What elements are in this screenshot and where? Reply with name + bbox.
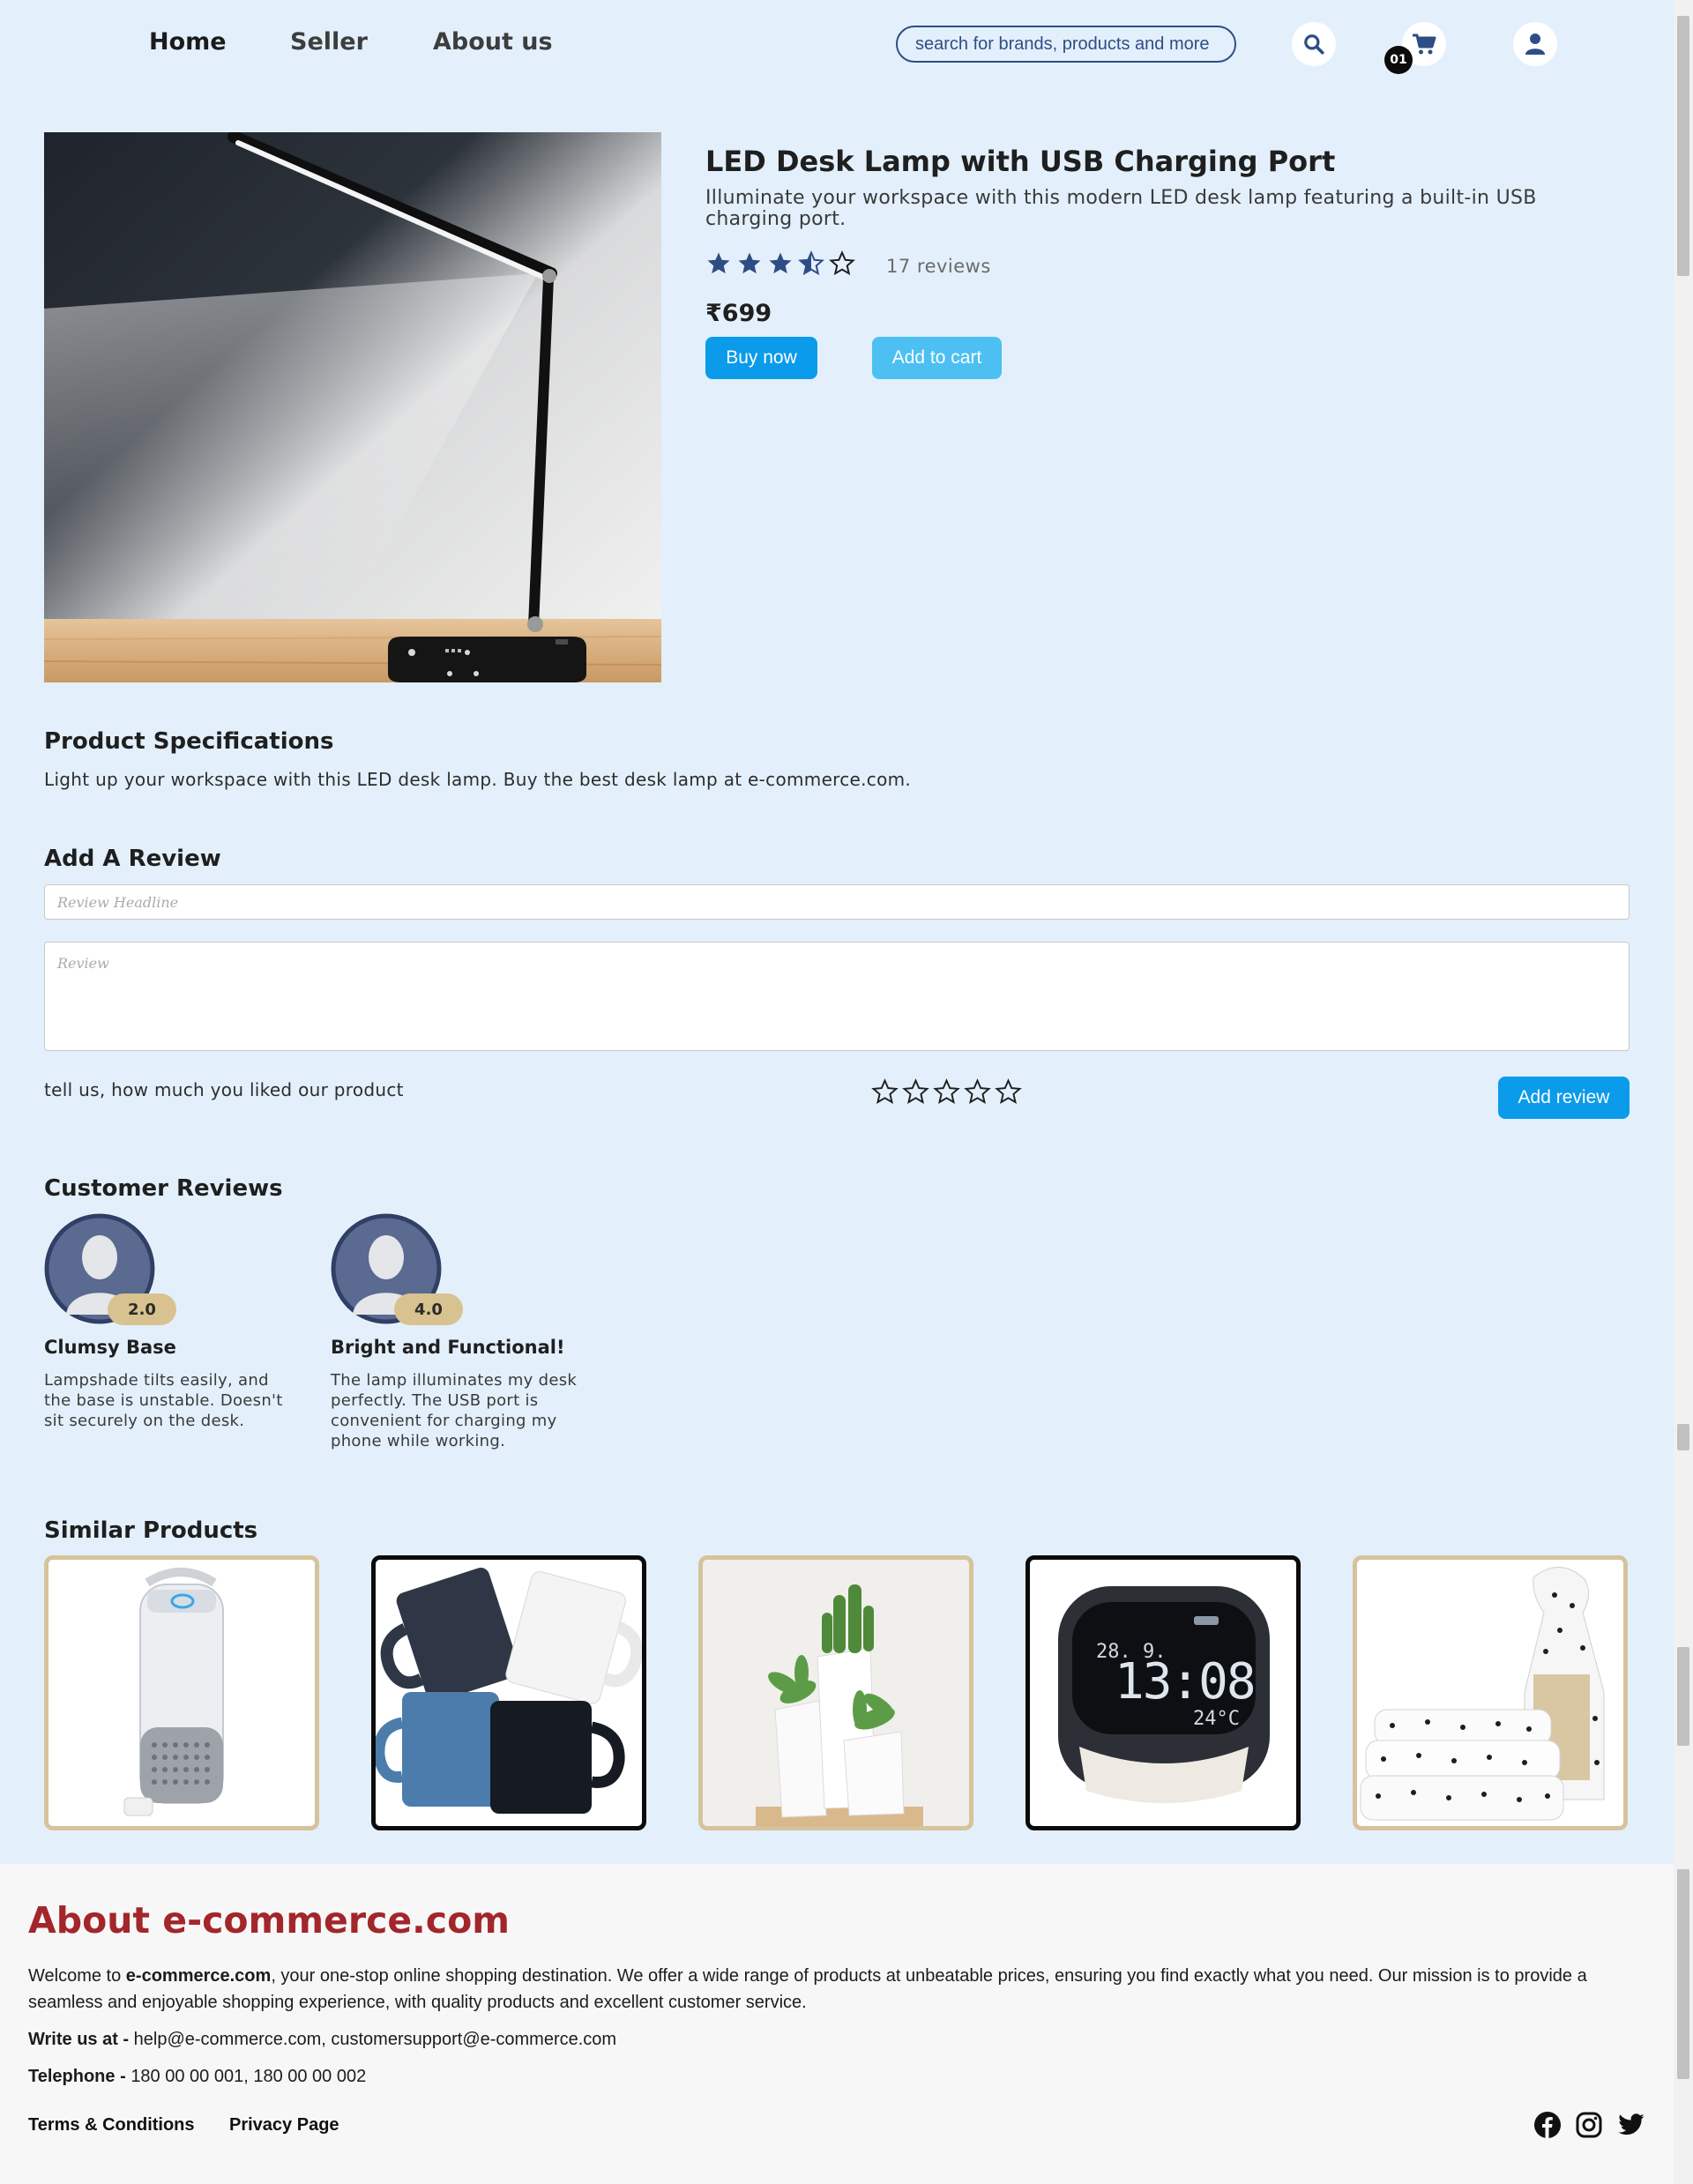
- star-empty-icon[interactable]: [871, 1078, 899, 1106]
- review-body: The lamp illuminates my desk perfectly. …: [331, 1371, 578, 1450]
- customer-reviews-heading: Customer Reviews: [44, 1175, 283, 1202]
- scrollbar[interactable]: [1674, 0, 1693, 2184]
- user-icon: [1525, 34, 1545, 55]
- footer-title: About e-commerce.com: [28, 1899, 510, 1942]
- facebook-icon[interactable]: [1533, 2111, 1562, 2139]
- product-description: Illuminate your workspace with this mode…: [705, 187, 1537, 230]
- cart-count-badge: 01: [1384, 46, 1413, 74]
- similar-product-air-purifier[interactable]: [44, 1555, 319, 1830]
- scrollbar-thumb[interactable]: [1677, 1869, 1689, 2079]
- review-body: Lampshade tilts easily, and the base is …: [44, 1371, 283, 1430]
- star-empty-icon[interactable]: [902, 1078, 929, 1106]
- similar-product-succulent-planters[interactable]: [698, 1555, 973, 1830]
- star-full-icon: [707, 252, 730, 274]
- footer: About e-commerce.com Welcome to e-commer…: [0, 1864, 1674, 2184]
- review-title: Clumsy Base: [44, 1337, 176, 1358]
- nav-seller-link[interactable]: Seller: [290, 28, 368, 56]
- nav-home-link[interactable]: Home: [149, 28, 227, 56]
- similar-products-heading: Similar Products: [44, 1517, 258, 1544]
- clock-time: 13:08: [1115, 1653, 1257, 1711]
- scrollbar-thumb[interactable]: [1677, 1647, 1689, 1746]
- clock-temperature: 24°C: [1193, 1708, 1240, 1730]
- footer-telephone: Telephone - 180 00 00 001, 180 00 00 002: [28, 2067, 367, 2086]
- scrollbar-thumb[interactable]: [1677, 16, 1689, 276]
- star-empty-icon[interactable]: [964, 1078, 991, 1106]
- specs-text: Light up your workspace with this LED de…: [44, 769, 912, 790]
- reviews-count: 17 reviews: [886, 256, 991, 277]
- cart-icon: [1413, 34, 1436, 55]
- review-headline-input[interactable]: [44, 884, 1630, 920]
- nav-about-link[interactable]: About us: [433, 28, 553, 56]
- search-input[interactable]: [896, 26, 1236, 63]
- top-navigation: Home Seller About us 01: [0, 0, 1674, 88]
- review-rating-badge: 2.0: [108, 1293, 176, 1325]
- product-rating-stars: [705, 250, 855, 277]
- similar-product-polka-dot-bedsheets[interactable]: [1353, 1555, 1628, 1830]
- profile-button[interactable]: [1513, 22, 1557, 66]
- review-rating-badge: 4.0: [394, 1293, 463, 1325]
- similar-product-mugs[interactable]: [371, 1555, 646, 1830]
- star-full-icon: [738, 252, 761, 274]
- product-price: ₹699: [705, 300, 772, 327]
- star-empty-icon[interactable]: [995, 1078, 1022, 1106]
- footer-write-us: Write us at - help@e-commerce.com, custo…: [28, 2030, 617, 2049]
- add-review-heading: Add A Review: [44, 846, 221, 872]
- product-image: [44, 132, 661, 682]
- buy-now-button[interactable]: Buy now: [705, 337, 817, 379]
- add-review-button[interactable]: Add review: [1498, 1077, 1630, 1119]
- search-icon: [1304, 34, 1324, 55]
- footer-intro: Welcome to e-commerce.com, your one-stop…: [28, 1966, 1587, 2012]
- scrollbar-thumb[interactable]: [1677, 1424, 1689, 1450]
- product-title: LED Desk Lamp with USB Charging Port: [705, 145, 1336, 178]
- specs-heading: Product Specifications: [44, 728, 334, 755]
- privacy-link[interactable]: Privacy Page: [229, 2115, 339, 2136]
- star-half-icon: [798, 250, 824, 276]
- star-empty-icon: [829, 250, 855, 276]
- rating-input-stars[interactable]: [871, 1078, 1022, 1106]
- similar-product-alarm-clock[interactable]: 28. 9. 13:08 24°C: [1025, 1555, 1301, 1830]
- review-textarea[interactable]: [44, 942, 1630, 1051]
- search-button[interactable]: [1292, 22, 1336, 66]
- twitter-icon[interactable]: [1617, 2111, 1645, 2139]
- star-empty-icon[interactable]: [933, 1078, 960, 1106]
- star-full-icon: [769, 252, 792, 274]
- instagram-icon[interactable]: [1575, 2111, 1603, 2139]
- review-title: Bright and Functional!: [331, 1337, 565, 1358]
- add-to-cart-button[interactable]: Add to cart: [872, 337, 1002, 379]
- rating-prompt: tell us, how much you liked our product: [44, 1079, 404, 1100]
- terms-link[interactable]: Terms & Conditions: [28, 2115, 195, 2136]
